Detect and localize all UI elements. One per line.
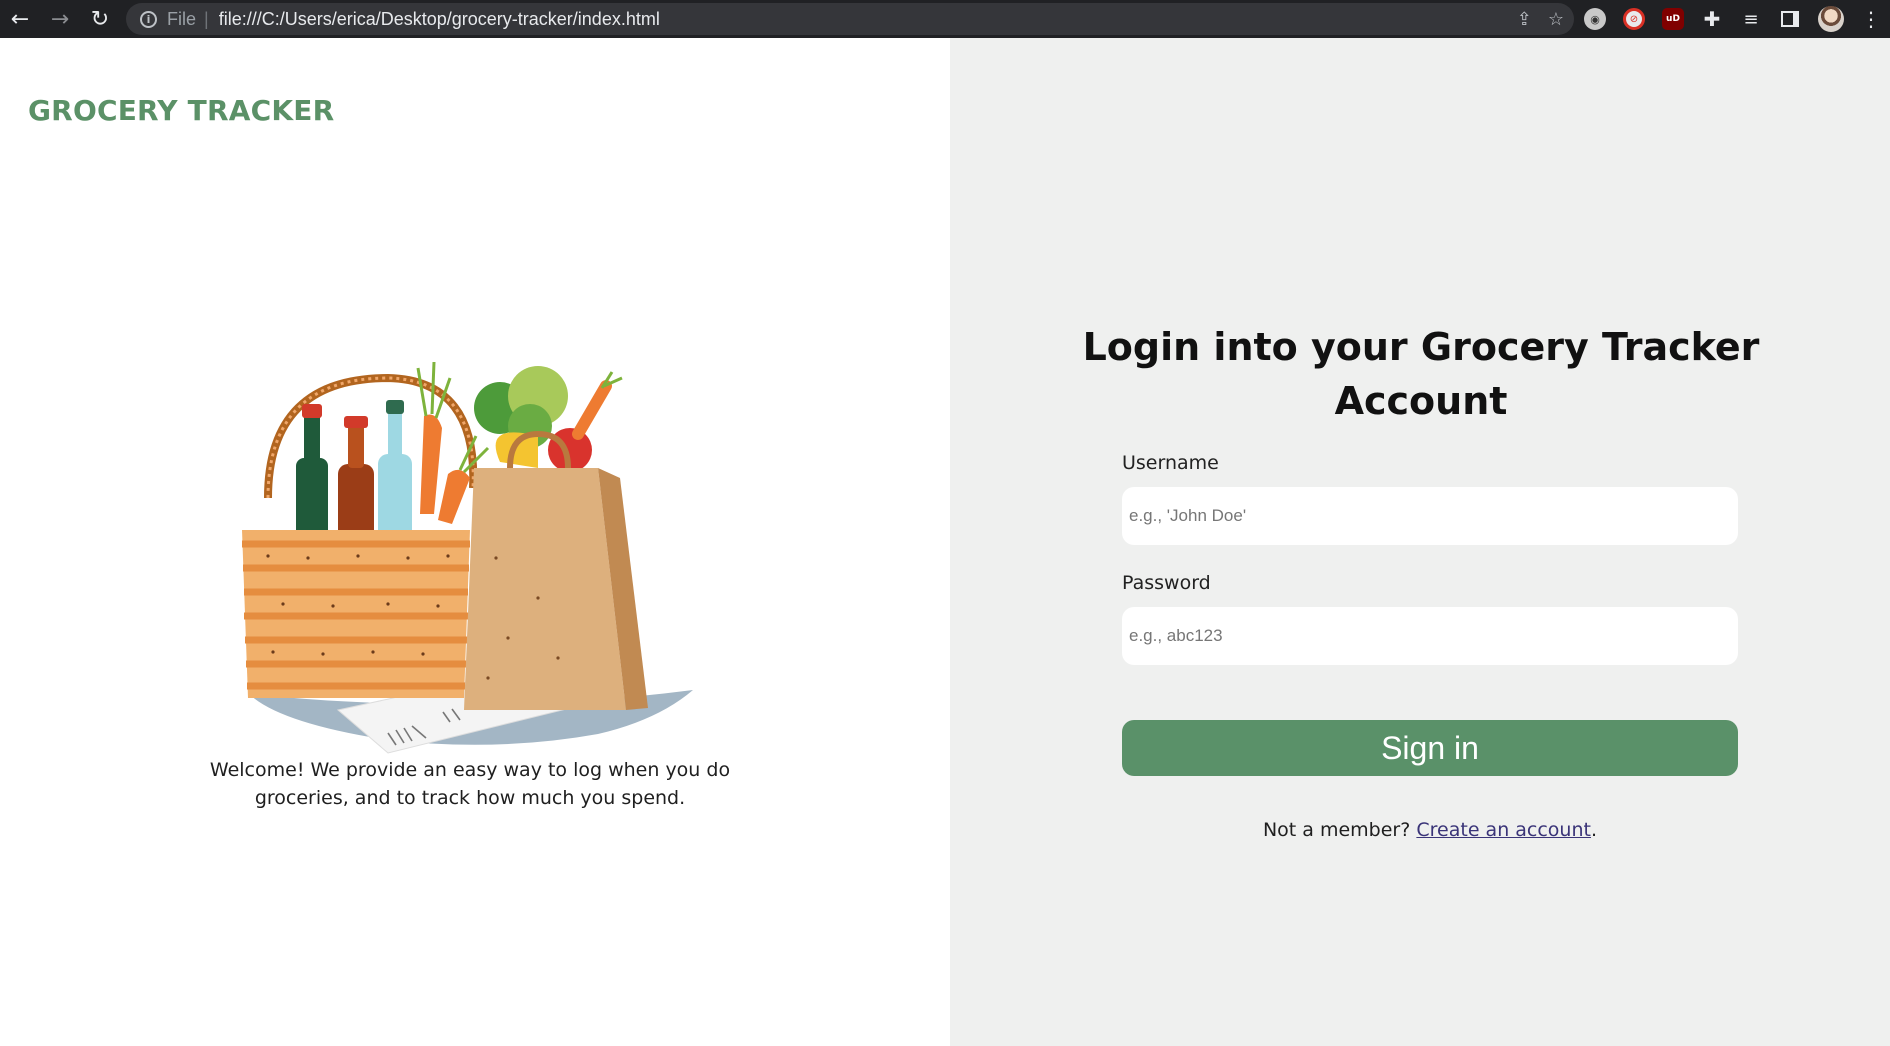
ublock-extension-icon[interactable]: uD bbox=[1662, 8, 1684, 30]
back-button[interactable]: ← bbox=[0, 0, 40, 38]
create-account-link[interactable]: Create an account bbox=[1416, 819, 1591, 841]
reload-icon: ↻ bbox=[90, 6, 110, 32]
share-icon[interactable]: ⇪ bbox=[1517, 9, 1532, 30]
address-bar[interactable]: i File | file:///C:/Users/erica/Desktop/… bbox=[126, 3, 1574, 35]
page: GROCERY TRACKER Welcome! We provide an e… bbox=[0, 38, 1890, 1046]
reload-button[interactable]: ↻ bbox=[80, 0, 120, 38]
extensions-puzzle-icon[interactable]: ✚ bbox=[1701, 7, 1723, 31]
omnibox-actions: ⇪ ☆ bbox=[1517, 3, 1564, 35]
password-input[interactable] bbox=[1122, 607, 1738, 665]
login-title: Login into your Grocery Tracker Account bbox=[1082, 325, 1760, 423]
forward-button[interactable]: → bbox=[40, 0, 80, 38]
username-input[interactable] bbox=[1122, 487, 1738, 545]
member-suffix: . bbox=[1590, 819, 1598, 841]
profile-avatar[interactable] bbox=[1818, 6, 1844, 32]
welcome-text: Welcome! We provide an easy way to log w… bbox=[209, 759, 731, 809]
sign-in-button[interactable]: Sign in bbox=[1122, 720, 1738, 776]
scheme-label: File bbox=[167, 8, 197, 29]
member-prompt-text: Not a member? bbox=[1262, 819, 1417, 841]
owl-extension-icon[interactable]: ◉ bbox=[1584, 8, 1606, 30]
media-controls-icon[interactable]: ≡ bbox=[1740, 8, 1762, 30]
browser-toolbar: ← → ↻ i File | file:///C:/Users/erica/De… bbox=[0, 0, 1890, 38]
username-label: Username bbox=[1122, 452, 1219, 474]
info-icon[interactable]: i bbox=[140, 10, 157, 28]
blocker-extension-icon[interactable]: ⊘ bbox=[1623, 8, 1645, 30]
arrow-left-icon: ← bbox=[10, 6, 30, 32]
grocery-basket-illustration bbox=[242, 361, 693, 754]
login-panel: Login into your Grocery Tracker Account … bbox=[950, 38, 1890, 1046]
signup-prompt: Not a member? Create an account. bbox=[1122, 819, 1738, 841]
brand-logo[interactable]: GROCERY TRACKER bbox=[28, 94, 334, 127]
side-panel-icon[interactable] bbox=[1779, 8, 1801, 30]
intro-panel: GROCERY TRACKER Welcome! We provide an e… bbox=[0, 38, 950, 1046]
bookmark-star-icon[interactable]: ☆ bbox=[1548, 9, 1564, 30]
url-text[interactable]: file:///C:/Users/erica/Desktop/grocery-t… bbox=[219, 9, 660, 30]
password-label: Password bbox=[1122, 572, 1211, 594]
scheme-separator: | bbox=[204, 8, 209, 29]
browser-menu-icon[interactable]: ⋮ bbox=[1861, 7, 1881, 31]
arrow-right-icon: → bbox=[50, 6, 70, 32]
extensions-tray: ◉ ⊘ uD ✚ ≡ ⋮ bbox=[1584, 0, 1881, 38]
